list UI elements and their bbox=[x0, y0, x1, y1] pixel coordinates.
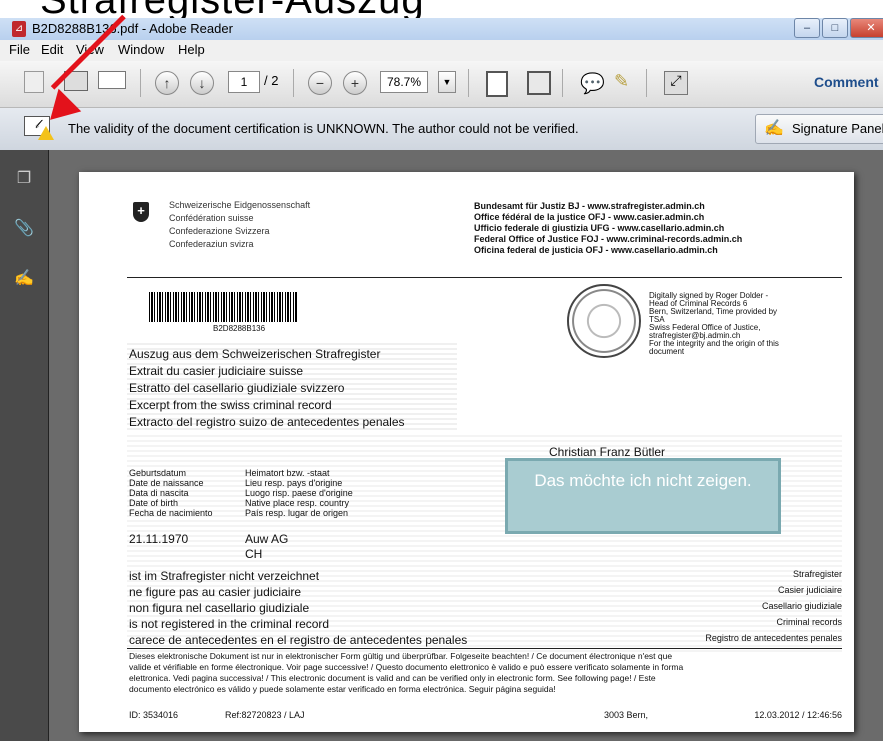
maximize-button[interactable]: □ bbox=[822, 18, 848, 38]
extract-title-line: Auszug aus dem Schweizerischen Strafregi… bbox=[129, 347, 381, 361]
register-name: Criminal records bbox=[776, 617, 842, 627]
federal-office-seal-image bbox=[567, 284, 641, 358]
menu-edit[interactable]: Edit bbox=[41, 42, 63, 57]
signature-pen-icon: ✍ bbox=[764, 120, 784, 137]
confed-line: Confederaziun svizra bbox=[169, 239, 254, 249]
pdf-page: + Schweizerische Eidgenossenschaft Confé… bbox=[79, 172, 854, 732]
comment-bubble-icon[interactable]: 💬 bbox=[580, 71, 605, 96]
footer-datetime: 12.03.2012 / 12:46:56 bbox=[754, 710, 842, 720]
zoom-dropdown-icon[interactable]: ▼ bbox=[438, 71, 456, 93]
barcode-id: B2D8288B136 bbox=[213, 324, 266, 333]
menu-bar: File Edit View Window Help bbox=[0, 40, 883, 61]
disclaimer-rule bbox=[127, 648, 842, 649]
email-icon[interactable] bbox=[98, 71, 126, 89]
header-rule bbox=[127, 277, 842, 278]
register-name: Registro de antecedentes penales bbox=[705, 633, 842, 643]
window-title: B2D8288B136.pdf - Adobe Reader bbox=[32, 21, 233, 36]
footer-place: 3003 Bern, bbox=[604, 710, 649, 720]
confed-line: Confédération suisse bbox=[169, 213, 254, 223]
register-name: Casellario giudiziale bbox=[761, 601, 842, 611]
office-line: Ufficio federale di giustizia UFG - www.… bbox=[474, 223, 725, 233]
signatures-icon[interactable]: ✍ bbox=[14, 268, 34, 288]
office-line: Bundesamt für Justiz BJ - www.strafregis… bbox=[474, 201, 705, 211]
comment-tab[interactable]: Comment bbox=[814, 74, 879, 90]
menu-window[interactable]: Window bbox=[118, 42, 164, 57]
page-number-input[interactable]: 1 bbox=[228, 71, 260, 93]
extract-title-line: Extrait du casier judiciaire suisse bbox=[129, 364, 304, 378]
disclaimer-line: documento electrónico es válido y puede … bbox=[129, 684, 556, 694]
status-line: ist im Strafregister nicht verzeichnet bbox=[129, 569, 320, 583]
signature-panel-label: Signature Panel bbox=[792, 121, 883, 136]
birth-date: 21.11.1970 bbox=[129, 532, 189, 546]
print-icon[interactable] bbox=[64, 71, 88, 91]
adobe-reader-window: Strafregister-Auszug ⊿ B2D8288B136.pdf -… bbox=[0, 0, 883, 741]
signature-panel-button[interactable]: ✍ Signature Panel bbox=[755, 114, 883, 144]
extract-title-line: Estratto del casellario giudiziale svizz… bbox=[129, 381, 345, 395]
origin-place: Auw AG bbox=[245, 532, 289, 546]
confed-line: Confederazione Svizzera bbox=[169, 226, 270, 236]
extract-title-line: Excerpt from the swiss criminal record bbox=[129, 398, 332, 412]
barcode-image bbox=[149, 292, 297, 322]
swiss-coat-of-arms-icon: + bbox=[133, 202, 149, 222]
disclaimer-line: elettronica. Vedi pagina successiva! / T… bbox=[129, 673, 656, 683]
menu-help[interactable]: Help bbox=[178, 42, 205, 57]
fit-width-icon[interactable] bbox=[527, 71, 551, 95]
footer-ref: Ref:82720823 / LAJ bbox=[225, 710, 305, 720]
office-line: Office fédéral de la justice OFJ - www.c… bbox=[474, 212, 705, 222]
extract-title-line: Extracto del registro suizo de anteceden… bbox=[129, 415, 405, 429]
title-bar: ⊿ B2D8288B136.pdf - Adobe Reader – □ ✕ bbox=[0, 18, 883, 40]
confed-line: Schweizerische Eidgenossenschaft bbox=[169, 200, 311, 210]
save-icon[interactable] bbox=[24, 71, 44, 93]
privacy-overlay: Das möchte ich nicht zeigen. bbox=[505, 458, 781, 534]
toolbar-separator bbox=[646, 69, 647, 97]
adobe-reader-icon: ⊿ bbox=[12, 21, 26, 37]
attachments-icon[interactable]: 📎 bbox=[14, 218, 34, 238]
status-line: non figura nel casellario giudiziale bbox=[129, 601, 310, 615]
status-line: is not registered in the criminal record bbox=[129, 617, 330, 631]
toolbar: ↑ ↓ 1 / 2 − + 78.7% ▼ 💬 ✎ ⤢ Comment bbox=[0, 61, 883, 108]
toolbar-separator bbox=[562, 69, 563, 97]
highlight-icon[interactable]: ✎ bbox=[614, 71, 629, 92]
toolbar-separator bbox=[468, 69, 469, 97]
disclaimer-line: Dieses elektronische Dokument ist nur in… bbox=[129, 651, 673, 661]
zoom-out-icon[interactable]: − bbox=[308, 71, 332, 95]
toolbar-separator bbox=[293, 69, 294, 97]
certification-warning-icon: 𝓁 bbox=[24, 116, 54, 142]
origin-label: País resp. lugar de origen bbox=[245, 508, 349, 518]
navigation-sidebar: ❐ 📎 ✍ bbox=[0, 150, 49, 741]
footer-id: ID: 3534016 bbox=[129, 710, 179, 720]
status-line: ne figure pas au casier judiciaire bbox=[129, 585, 302, 599]
next-page-icon[interactable]: ↓ bbox=[190, 71, 214, 95]
menu-view[interactable]: View bbox=[76, 42, 104, 57]
status-line: carece de antecedentes en el registro de… bbox=[129, 633, 468, 647]
signature-info-line: Bern, Switzerland, Time provided by bbox=[649, 307, 778, 316]
zoom-level-input[interactable]: 78.7% bbox=[380, 71, 428, 93]
birth-label: Fecha de nacimiento bbox=[129, 508, 213, 518]
fit-page-icon[interactable] bbox=[486, 71, 508, 97]
signature-bar: 𝓁 The validity of the document certifica… bbox=[0, 108, 883, 151]
register-name: Casier judiciaire bbox=[777, 585, 842, 595]
register-name: Strafregister bbox=[792, 569, 842, 579]
disclaimer-line: valide et vérifiable en forme électroniq… bbox=[129, 662, 684, 672]
signature-info-line: document bbox=[649, 347, 685, 356]
office-line: Oficina federal de justicia OFJ - www.ca… bbox=[474, 245, 718, 255]
minimize-button[interactable]: – bbox=[794, 18, 820, 38]
office-line: Federal Office of Justice FOJ - www.crim… bbox=[474, 234, 743, 244]
document-workspace: + Schweizerische Eidgenossenschaft Confé… bbox=[49, 150, 883, 741]
previous-page-icon[interactable]: ↑ bbox=[155, 71, 179, 95]
close-button[interactable]: ✕ bbox=[850, 18, 883, 38]
page-total: / 2 bbox=[264, 73, 279, 88]
origin-country: CH bbox=[245, 547, 263, 561]
toolbar-separator bbox=[140, 69, 141, 97]
pages-icon[interactable]: ❐ bbox=[14, 168, 34, 188]
menu-file[interactable]: File bbox=[9, 42, 30, 57]
certification-message: The validity of the document certificati… bbox=[68, 121, 579, 136]
full-screen-icon[interactable]: ⤢ bbox=[664, 71, 688, 95]
person-name: Christian Franz Bütler bbox=[549, 445, 666, 459]
zoom-in-icon[interactable]: + bbox=[343, 71, 367, 95]
privacy-overlay-text: Das möchte ich nicht zeigen. bbox=[534, 471, 752, 490]
